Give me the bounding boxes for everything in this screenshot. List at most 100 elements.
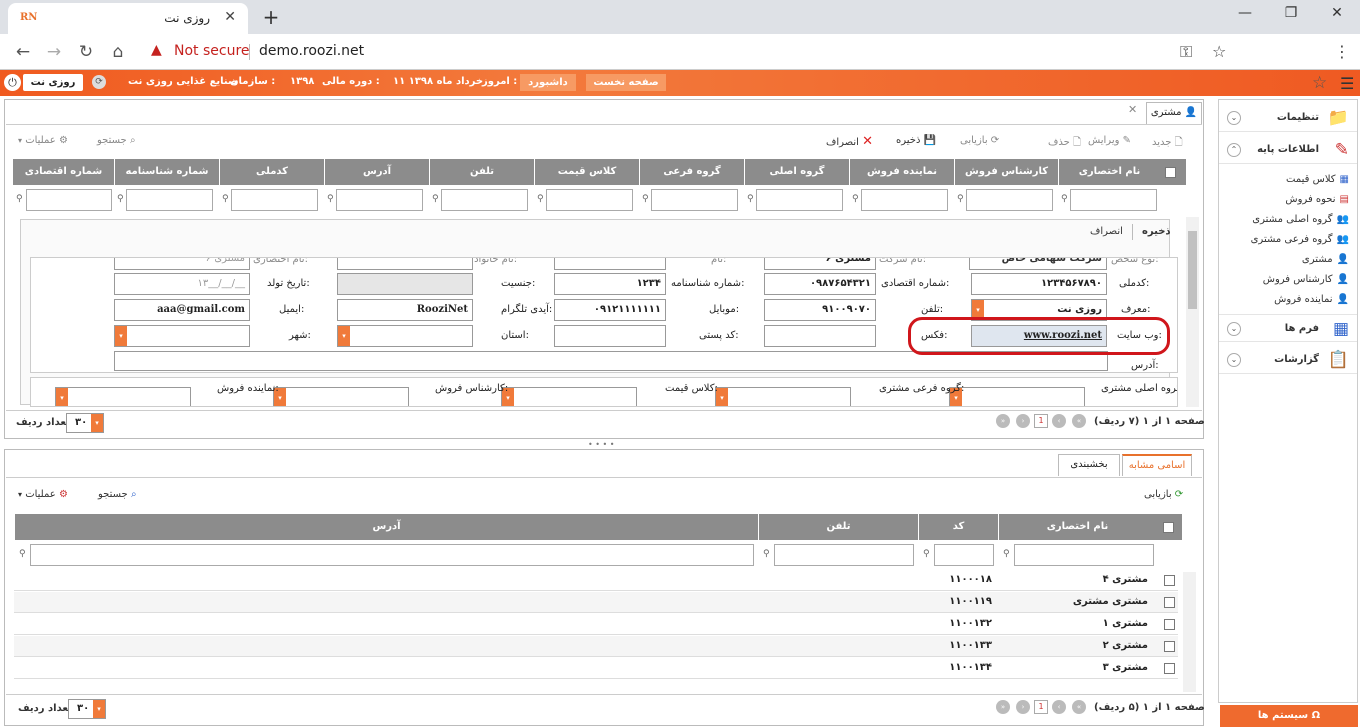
close-tab-icon[interactable]: ✕ <box>224 9 236 25</box>
tab-classification[interactable]: بخشبندی <box>1058 454 1120 476</box>
last-name-field[interactable] <box>337 258 473 270</box>
filter-icon[interactable]: ⚲ <box>1061 194 1068 204</box>
key-icon[interactable]: ⚿ <box>1180 42 1192 62</box>
dropdown-arrow-icon[interactable]: ▾ <box>338 326 350 346</box>
restore-window-icon[interactable]: ❐ <box>1276 5 1306 21</box>
economic-number-field[interactable]: ۰۹۸۷۶۵۴۳۲۱ <box>764 273 876 295</box>
filter-icon[interactable]: ⚲ <box>19 549 26 559</box>
col-phone[interactable]: تلفن <box>429 159 534 185</box>
first-page-icon[interactable]: « <box>1072 414 1086 428</box>
back-icon[interactable]: ← <box>12 42 34 62</box>
select-all-checkbox[interactable] <box>1163 522 1174 533</box>
dropdown-arrow-icon[interactable]: ▾ <box>91 414 103 432</box>
mobile-field[interactable]: ۰۹۱۲۱۱۱۱۱۱۱ <box>554 299 666 321</box>
sidebar-section-settings[interactable]: ⌄ تنظیمات 📁 <box>1219 104 1357 132</box>
filter-input[interactable] <box>126 189 213 211</box>
dropdown-arrow-icon[interactable]: ▾ <box>93 700 105 718</box>
restore-button[interactable]: بازیابی ⟳ <box>960 135 999 146</box>
close-tab-icon[interactable]: ✕ <box>1128 103 1137 116</box>
col-sales-agent[interactable]: نماینده فروش <box>849 159 954 185</box>
close-window-icon[interactable]: ✕ <box>1322 5 1352 21</box>
col-national-code[interactable]: کدملی <box>219 159 324 185</box>
filter-input[interactable] <box>934 544 994 566</box>
dropdown-arrow-icon[interactable]: ▾ <box>56 388 68 406</box>
form-save-button[interactable]: ذخیره <box>1142 226 1171 237</box>
scrollbar-thumb[interactable] <box>1188 231 1197 309</box>
sub-group-field[interactable] <box>715 387 851 406</box>
col-address[interactable]: آدرس <box>324 159 429 185</box>
col-main-group[interactable]: گروه اصلی <box>744 159 849 185</box>
filter-icon[interactable]: ⚲ <box>432 194 439 204</box>
bottom-search-button[interactable]: جستجو ⌕ <box>98 489 137 500</box>
tab-similar-names[interactable]: اسامی مشابه <box>1122 454 1192 476</box>
sidebar-item-sub-group[interactable]: گروه فرعی مشتری 👥 <box>1251 234 1349 245</box>
main-group-field[interactable] <box>949 387 1085 406</box>
row-checkbox[interactable] <box>1164 619 1175 630</box>
national-code-field[interactable]: ۱۲۳۴۵۶۷۸۹۰ <box>971 273 1107 295</box>
fax-field[interactable] <box>764 325 876 347</box>
reload-icon[interactable]: ↻ <box>75 42 97 62</box>
power-icon[interactable]: ⏻ <box>4 74 21 91</box>
col-sub-group[interactable]: گروه فرعی <box>639 159 744 185</box>
next-page-icon[interactable]: › <box>1016 414 1030 428</box>
home-icon[interactable]: ⌂ <box>107 42 129 62</box>
table-row[interactable]: مشتری مشتری ۱۱۰۰۱۱۹ <box>14 592 1178 613</box>
page-number[interactable]: 1 <box>1034 414 1048 428</box>
filter-icon[interactable]: ⚲ <box>222 194 229 204</box>
row-checkbox[interactable] <box>1164 575 1175 586</box>
filter-icon[interactable]: ⚲ <box>763 549 770 559</box>
first-name-field[interactable] <box>554 258 666 270</box>
favorites-star-icon[interactable]: ☆ <box>1312 73 1327 93</box>
dashboard-button[interactable]: داشبورد <box>520 74 576 91</box>
refresh-icon[interactable]: ⟳ <box>92 75 106 89</box>
new-tab-button[interactable]: + <box>258 5 284 31</box>
filter-input[interactable] <box>231 189 318 211</box>
select-all-checkbox[interactable] <box>1165 167 1176 178</box>
forward-icon[interactable]: → <box>43 42 65 62</box>
splitter-handle[interactable]: • • • • <box>588 440 615 449</box>
filter-icon[interactable]: ⚲ <box>16 194 23 204</box>
home-page-button[interactable]: صفحه نخست <box>586 74 666 91</box>
prev-page-icon[interactable]: ‹ <box>1052 414 1066 428</box>
company-name-field[interactable]: مشتری ۶ <box>764 258 876 270</box>
col-price-class[interactable]: کلاس قیمت <box>534 159 639 185</box>
edit-button[interactable]: ویرایش ✎ <box>1088 135 1131 146</box>
url-text[interactable]: demo.roozi.net <box>259 43 364 59</box>
dropdown-arrow-icon[interactable]: ▾ <box>115 326 127 346</box>
filter-input[interactable] <box>774 544 914 566</box>
col-short-name[interactable]: نام اختصاری <box>998 514 1156 540</box>
sidebar-item-price-class[interactable]: کلاس قیمت ▦ <box>1286 174 1349 185</box>
save-button[interactable]: ذخیره 💾 <box>896 135 936 146</box>
province-field[interactable] <box>337 325 473 347</box>
bottom-operations-button[interactable]: ▾ عملیات ⚙ <box>18 489 68 500</box>
filter-input[interactable] <box>861 189 948 211</box>
prev-page-icon[interactable]: ‹ <box>1052 700 1066 714</box>
filter-icon[interactable]: ⚲ <box>327 194 334 204</box>
table-row[interactable]: مشتری ۴ ۱۱۰۰۰۱۸ <box>14 570 1178 591</box>
delete-button[interactable]: حذف 🗋 <box>1048 135 1081 152</box>
table-row[interactable]: مشتری ۳ ۱۱۰۰۱۳۴ <box>14 658 1178 679</box>
postal-code-field[interactable] <box>554 325 666 347</box>
operations-button[interactable]: ▾ عملیات ⚙ <box>18 135 68 146</box>
rows-per-page-select[interactable]: ۳۰ ▾ <box>68 699 106 719</box>
col-id-number[interactable]: شماره شناسنامه <box>114 159 219 185</box>
systems-button[interactable]: سیستم ها Ω <box>1220 705 1358 727</box>
birth-date-field[interactable]: ۱۳__/__/__ <box>114 273 250 295</box>
filter-input[interactable] <box>336 189 423 211</box>
person-type-field[interactable]: شرکت سهامی خاص <box>969 258 1107 270</box>
col-address[interactable]: آدرس <box>14 514 758 540</box>
chevron-down-icon[interactable]: ⌄ <box>1227 322 1241 336</box>
browser-tab[interactable]: RN روزی نت ✕ <box>8 3 248 34</box>
sidebar-item-sale-method[interactable]: نحوه فروش ▤ <box>1285 194 1349 205</box>
filter-icon[interactable]: ⚲ <box>537 194 544 204</box>
phone-field[interactable]: ۹۱۰۰۹۰۷۰ <box>764 299 876 321</box>
sidebar-item-main-group[interactable]: گروه اصلی مشتری 👥 <box>1252 214 1349 225</box>
rows-per-page-select[interactable]: ۳۰ ▾ <box>66 413 104 433</box>
filter-input[interactable] <box>30 544 754 566</box>
minimize-icon[interactable]: — <box>1230 5 1260 21</box>
filter-input[interactable] <box>1014 544 1154 566</box>
filter-input[interactable] <box>1070 189 1157 211</box>
short-name-field[interactable]: مشتری ۶ <box>114 258 250 270</box>
row-checkbox[interactable] <box>1164 663 1175 674</box>
col-economic-number[interactable]: شماره اقتصادی <box>12 159 114 185</box>
